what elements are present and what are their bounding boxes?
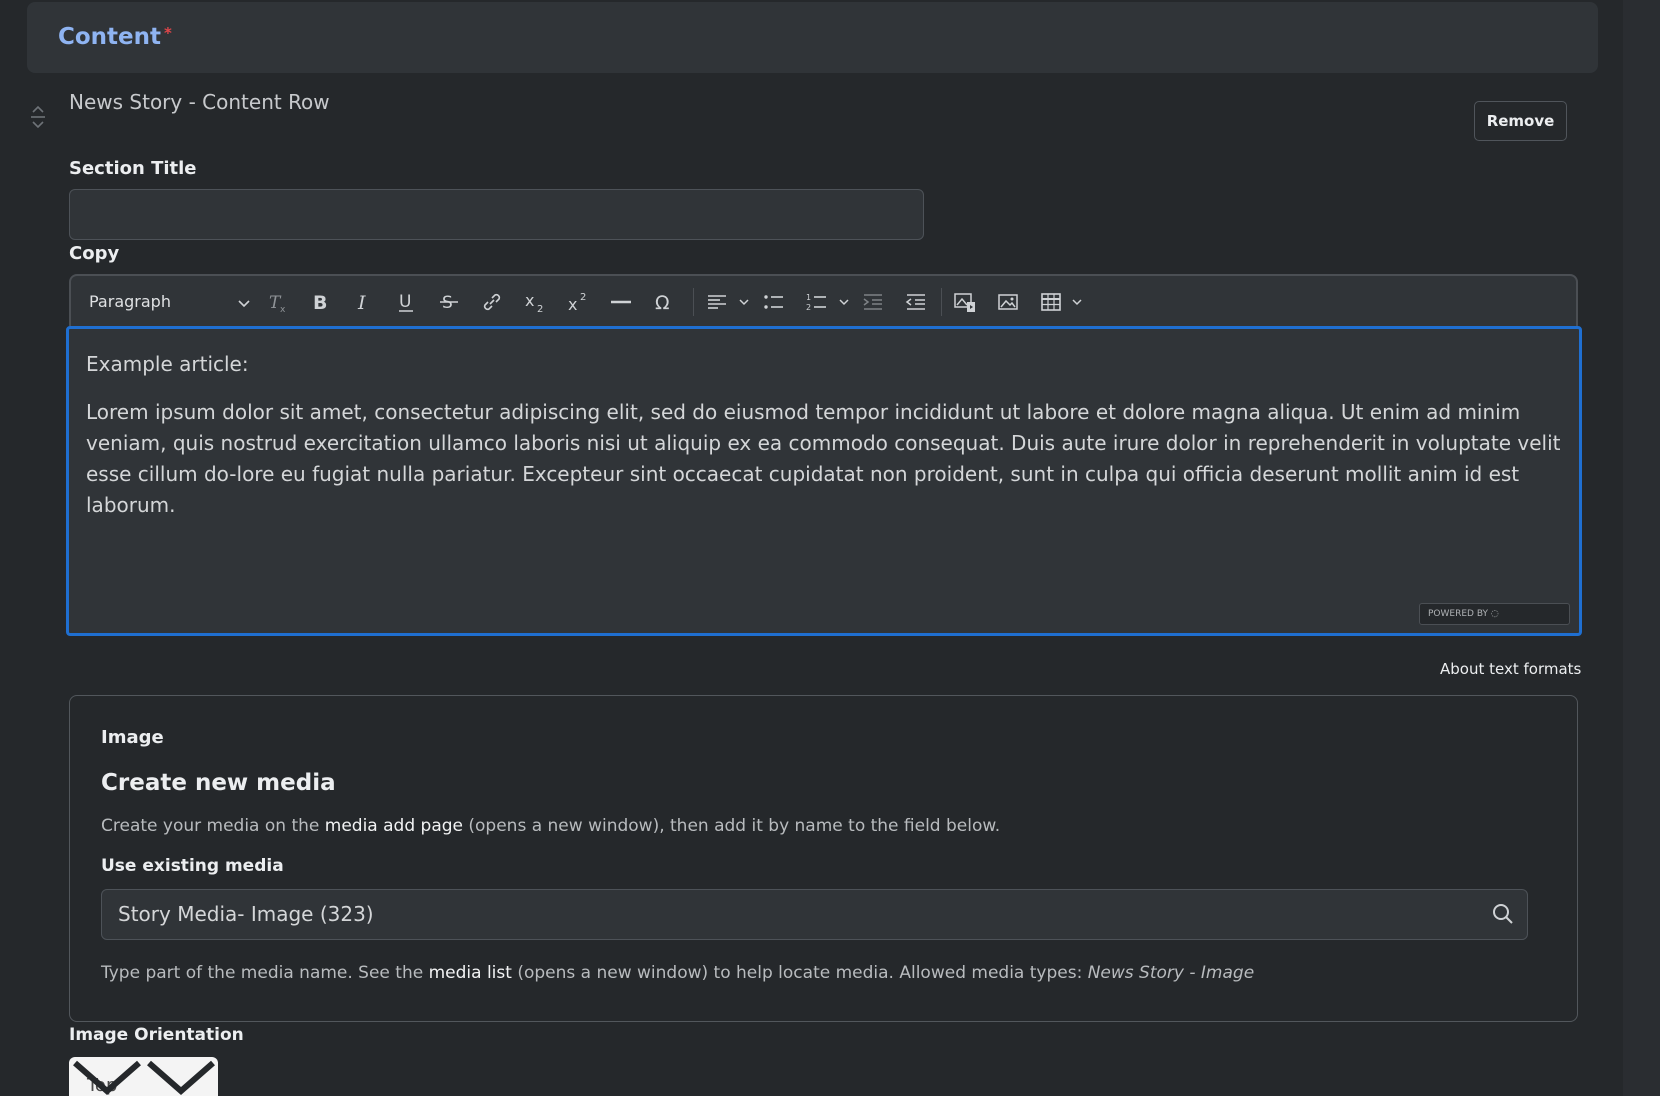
toolbar-separator (941, 288, 942, 316)
drag-handle-icon[interactable] (28, 104, 48, 130)
create-media-heading: Create new media (101, 770, 336, 796)
subscript-icon[interactable]: x2 (521, 288, 549, 316)
powered-by-badge[interactable]: POWERED BY ◌ (1419, 603, 1570, 625)
chevron-down-icon[interactable] (738, 296, 750, 308)
svg-text:I: I (357, 292, 366, 314)
horizontal-line-icon[interactable] (607, 288, 635, 316)
insert-image-icon[interactable] (994, 288, 1022, 316)
paragraph-format-select[interactable]: Paragraph (83, 288, 251, 316)
media-list-link[interactable]: media list (429, 963, 512, 983)
svg-text:U: U (399, 292, 411, 312)
media-autocomplete-input[interactable]: Story Media- Image (323) (101, 889, 1528, 940)
ckeditor-logo-icon: ◌ (1490, 609, 1499, 619)
section-title-label: Section Title (69, 158, 197, 179)
chevron-down-icon[interactable] (838, 296, 850, 308)
toolbar-separator (693, 288, 694, 316)
editor-toolbar: Paragraph Tx B I U S x2 x2 Ω 12 (69, 274, 1578, 326)
link-icon[interactable] (478, 288, 506, 316)
bulleted-list-icon[interactable] (760, 288, 788, 316)
superscript-icon[interactable]: x2 (564, 288, 592, 316)
use-existing-media-label: Use existing media (101, 856, 284, 876)
content-header: Content * (27, 2, 1598, 73)
svg-text:1: 1 (806, 293, 811, 302)
svg-text:S: S (442, 293, 453, 313)
editor-body-text: Lorem ipsum dolor sit amet, consectetur … (86, 400, 1561, 517)
insert-table-icon[interactable] (1037, 288, 1065, 316)
svg-text:x: x (525, 291, 534, 310)
strikethrough-icon[interactable]: S (435, 288, 463, 316)
image-orientation-label: Image Orientation (69, 1025, 244, 1045)
chevron-down-icon[interactable] (1071, 296, 1083, 308)
copy-editor[interactable]: Example article: Lorem ipsum dolor sit a… (66, 326, 1582, 636)
remove-button[interactable]: Remove (1474, 101, 1567, 141)
svg-text:2: 2 (580, 292, 586, 303)
page: Content * News Story - Content Row Remove… (0, 0, 1660, 1096)
numbered-list-icon[interactable]: 12 (803, 288, 831, 316)
required-marker: * (164, 24, 172, 42)
media-help-text: Type part of the media name. See the med… (101, 963, 1255, 983)
italic-icon[interactable]: I (349, 288, 377, 316)
chevron-down-icon (238, 300, 250, 308)
outdent-icon[interactable] (902, 288, 930, 316)
svg-text:x: x (568, 295, 577, 314)
image-fieldset: Image Create new media Create your media… (69, 695, 1578, 1022)
insert-media-icon[interactable] (951, 288, 979, 316)
svg-text:2: 2 (806, 303, 811, 312)
svg-text:x: x (280, 305, 286, 314)
underline-icon[interactable]: U (392, 288, 420, 316)
chevron-down-icon (73, 1060, 215, 1095)
media-add-page-link[interactable]: media add page (325, 816, 463, 836)
remove-format-icon[interactable]: Tx (264, 288, 292, 316)
row-title: News Story - Content Row (69, 90, 330, 114)
image-label: Image (101, 727, 164, 748)
bold-icon[interactable]: B (306, 288, 334, 316)
search-icon (1493, 904, 1513, 924)
svg-text:2: 2 (537, 304, 543, 314)
svg-text:B: B (313, 292, 327, 314)
copy-label: Copy (69, 243, 120, 264)
section-title-input[interactable] (69, 189, 924, 240)
editor-intro-text: Example article: (86, 352, 249, 376)
special-characters-icon[interactable]: Ω (650, 288, 678, 316)
svg-text:Ω: Ω (655, 292, 670, 314)
content-title: Content * (58, 24, 172, 50)
image-orientation-select[interactable]: Top (69, 1057, 218, 1096)
scrollbar-track[interactable] (1623, 0, 1660, 1096)
align-icon[interactable] (703, 288, 731, 316)
indent-icon[interactable] (859, 288, 887, 316)
create-media-description: Create your media on the media add page … (101, 816, 1001, 836)
about-text-formats-link[interactable]: About text formats (1440, 660, 1581, 678)
